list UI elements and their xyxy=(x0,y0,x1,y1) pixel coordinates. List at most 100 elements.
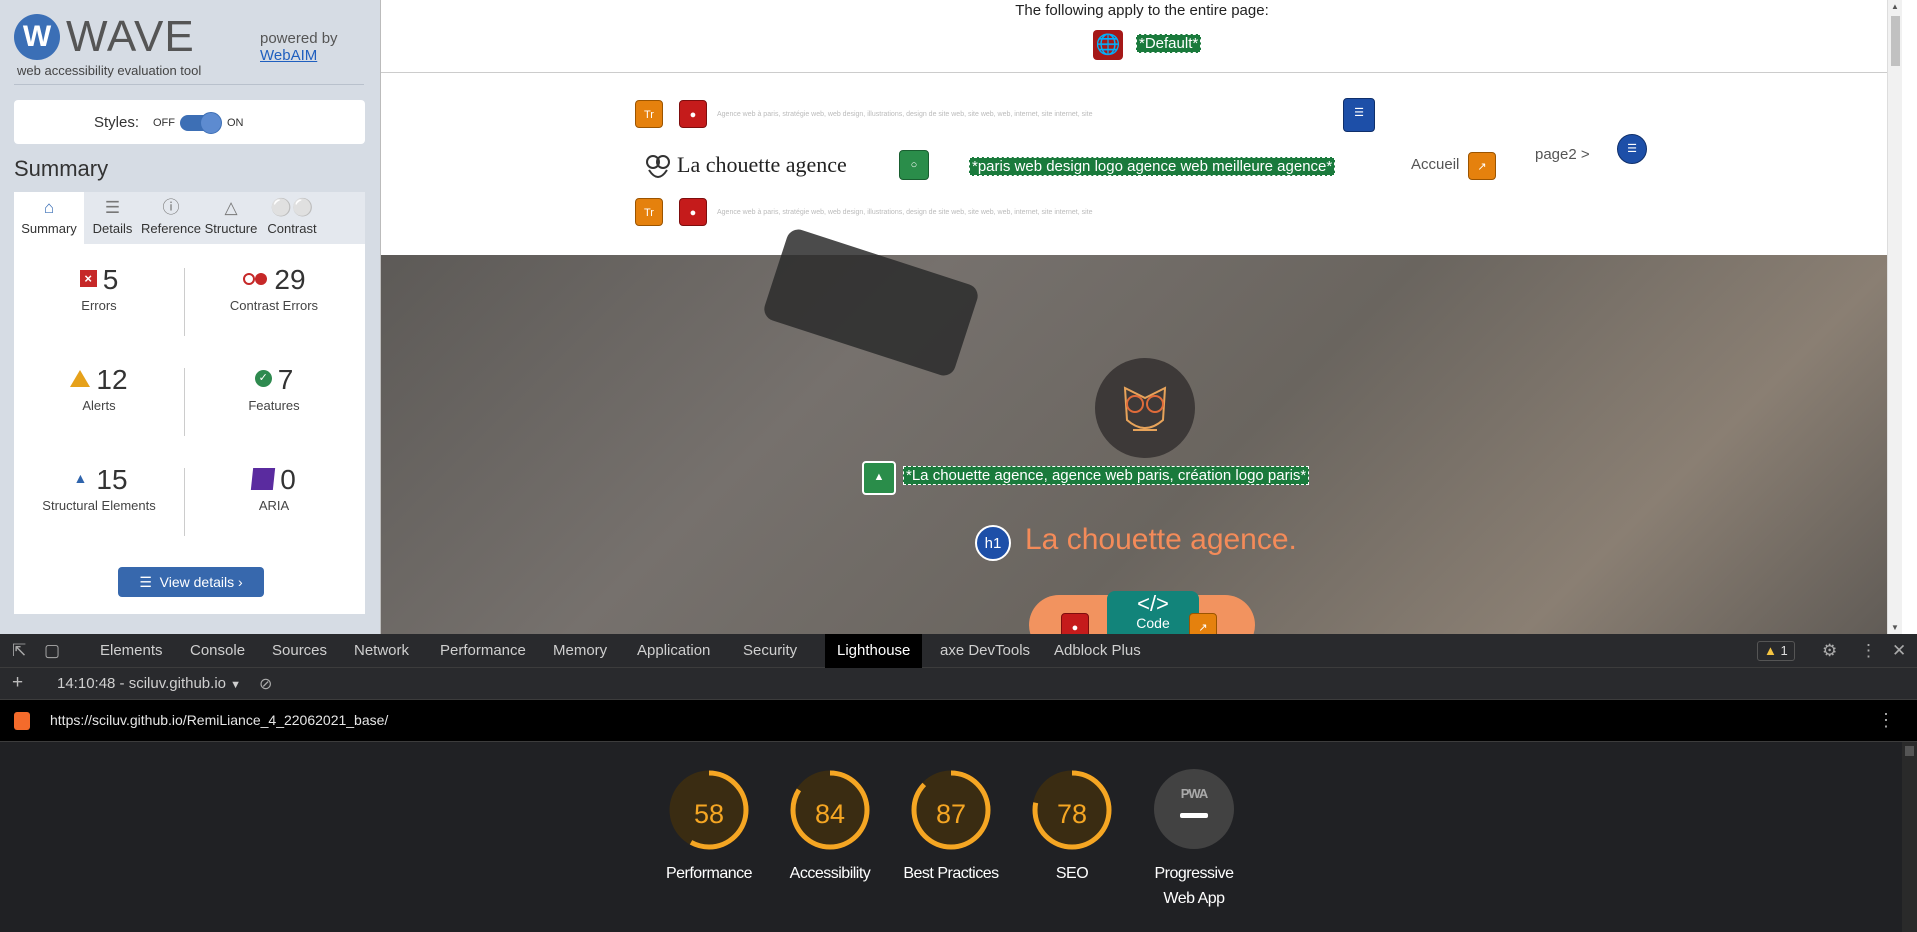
scroll-up-icon[interactable]: ▲ xyxy=(1891,2,1899,11)
home-icon: ⌂ xyxy=(43,198,55,217)
styles-toggle[interactable] xyxy=(180,112,222,134)
kebab-menu-icon[interactable]: ⋮ xyxy=(1877,710,1895,731)
contrast-error-icon[interactable]: ● xyxy=(679,198,707,226)
alert-icon[interactable]: ↗ xyxy=(1189,613,1217,634)
wave-tagline: web accessibility evaluation tool xyxy=(17,63,202,78)
add-report-icon[interactable]: + xyxy=(12,672,23,694)
tab-reference[interactable]: ⓘ Reference xyxy=(141,192,201,244)
lighthouse-toolbar: + 14:10:48 - sciluv.github.io ▼ ⊘ xyxy=(0,668,1917,700)
chevron-down-icon: ▼ xyxy=(230,679,242,691)
score-accessibility[interactable]: 84 Accessibility xyxy=(765,769,895,886)
stat-value: 15 xyxy=(96,464,128,495)
tab-adblock-plus[interactable]: Adblock Plus xyxy=(1042,634,1153,668)
stat-label: ARIA xyxy=(258,498,290,513)
owl-logo-icon xyxy=(1123,386,1167,431)
contrast-error-icon[interactable]: ● xyxy=(1061,613,1089,634)
score-seo[interactable]: 78 SEO xyxy=(1007,769,1137,886)
score-best-practices[interactable]: 87 Best Practices xyxy=(886,769,1016,886)
score-label: Best Practices xyxy=(903,865,999,882)
stat-contrast-errors[interactable]: 29 Contrast Errors xyxy=(194,264,354,313)
score-performance[interactable]: 58 Performance xyxy=(644,769,774,886)
stat-value: 12 xyxy=(96,364,128,395)
tab-network[interactable]: Network xyxy=(342,634,421,668)
tab-summary[interactable]: ⌂ Summary xyxy=(14,192,84,244)
styles-on-label: ON xyxy=(227,117,244,129)
h1-heading-icon[interactable]: h1 xyxy=(975,525,1011,561)
redundant-link-alert-icon[interactable]: ↗ xyxy=(1468,152,1496,180)
tiny-text-alert-icon[interactable]: Tr xyxy=(635,100,663,128)
tiny-text: Agence web à paris, stratégie web, web d… xyxy=(717,209,1093,216)
pwa-label-line2: Web App xyxy=(1163,890,1225,907)
powered-by-text: powered by xyxy=(260,30,338,47)
styles-toggle-box: Styles: OFF ON xyxy=(14,100,365,144)
brand-name[interactable]: La chouette agence xyxy=(677,152,847,178)
tab-label: Summary xyxy=(21,221,77,236)
image-alt-icon[interactable]: ▲ xyxy=(862,461,896,495)
tab-application[interactable]: Application xyxy=(625,634,722,668)
tab-structure[interactable]: △ Structure xyxy=(201,192,261,244)
nav-page2-link[interactable]: page2 > xyxy=(1535,146,1590,163)
scroll-down-icon[interactable]: ▼ xyxy=(1891,623,1899,632)
tab-security[interactable]: Security xyxy=(731,634,809,668)
device-toggle-icon[interactable]: ▢ xyxy=(44,641,60,661)
clear-icon[interactable]: ⊘ xyxy=(259,674,272,694)
score-pwa[interactable]: PWA Progressive Web App xyxy=(1129,769,1259,911)
tab-console[interactable]: Console xyxy=(178,634,257,668)
warning-icon: ▲ xyxy=(1764,643,1777,658)
stat-alerts[interactable]: 12 Alerts xyxy=(19,364,179,413)
divider xyxy=(184,468,185,536)
tab-elements[interactable]: Elements xyxy=(88,634,175,668)
inspect-icon[interactable]: ⇱ xyxy=(12,641,26,661)
lighthouse-icon xyxy=(14,712,30,730)
linked-image-icon[interactable]: ○ xyxy=(899,150,929,180)
settings-gear-icon[interactable]: ⚙ xyxy=(1822,641,1837,661)
contrast-error-icon[interactable]: ● xyxy=(679,100,707,128)
tab-performance[interactable]: Performance xyxy=(428,634,538,668)
devtools-panel: ⇱ ▢ Elements Console Sources Network Per… xyxy=(0,634,1917,932)
tiny-text-alert-icon[interactable]: Tr xyxy=(635,198,663,226)
tab-memory[interactable]: Memory xyxy=(541,634,619,668)
report-url-bar: https://sciluv.github.io/RemiLiance_4_22… xyxy=(0,700,1917,742)
warnings-badge[interactable]: ▲ 1 xyxy=(1757,641,1795,661)
language-error-icon[interactable]: 🌐 xyxy=(1093,30,1123,60)
unordered-list-icon[interactable]: ☰ xyxy=(1617,134,1647,164)
report-url[interactable]: https://sciluv.github.io/RemiLiance_4_22… xyxy=(50,712,388,728)
tab-axe-devtools[interactable]: axe DevTools xyxy=(928,634,1042,668)
nav-home-link[interactable]: Accueil xyxy=(1411,156,1459,173)
scroll-thumb[interactable] xyxy=(1891,16,1900,66)
info-icon: ⓘ xyxy=(162,198,180,217)
hero-owl-logo xyxy=(1095,358,1195,458)
pwa-label-line1: Progressive xyxy=(1154,865,1234,882)
hero-alt-text: *La chouette agence, agence web paris, c… xyxy=(903,466,1310,485)
css-structure-icon[interactable]: ☰ xyxy=(1343,98,1375,132)
owl-logo-icon xyxy=(646,155,670,178)
tab-sources[interactable]: Sources xyxy=(260,634,339,668)
close-icon[interactable]: ✕ xyxy=(1892,641,1906,661)
report-time: 14:10:48 - sciluv.github.io xyxy=(57,675,226,692)
hero-title: La chouette agence. xyxy=(1025,523,1297,556)
stat-features[interactable]: ✓ 7 Features xyxy=(194,364,354,413)
divider xyxy=(381,72,1902,73)
warning-count: 1 xyxy=(1780,643,1788,658)
styles-label: Styles: xyxy=(94,114,140,131)
stat-errors[interactable]: × 5 Errors xyxy=(19,264,179,313)
pwa-badge-text: PWA xyxy=(1180,786,1209,801)
page-preview: The following apply to the entire page: … xyxy=(380,0,1902,634)
summary-title: Summary xyxy=(14,156,109,181)
code-overlay-button[interactable]: </> Code xyxy=(1107,591,1199,634)
tab-details[interactable]: ☰ Details xyxy=(84,192,141,244)
divider xyxy=(184,268,185,336)
stat-value: 29 xyxy=(274,264,306,295)
preview-scrollbar[interactable]: ▲ ▼ xyxy=(1887,0,1902,634)
webaim-link[interactable]: WebAIM xyxy=(260,47,338,64)
devtools-scrollbar[interactable] xyxy=(1902,742,1917,932)
kebab-menu-icon[interactable]: ⋮ xyxy=(1860,641,1877,661)
view-details-button[interactable]: ☰ View details › xyxy=(118,567,264,597)
stat-structural[interactable]: ▲ 15 Structural Elements xyxy=(19,464,179,513)
stat-aria[interactable]: 0 ARIA xyxy=(194,464,354,513)
default-language-tag: *Default* xyxy=(1136,34,1202,53)
tab-contrast[interactable]: ⚪⚪ Contrast xyxy=(261,192,323,244)
tab-lighthouse[interactable]: Lighthouse xyxy=(825,634,923,668)
report-selector[interactable]: 14:10:48 - sciluv.github.io ▼ xyxy=(57,675,241,692)
scroll-thumb[interactable] xyxy=(1905,746,1914,756)
